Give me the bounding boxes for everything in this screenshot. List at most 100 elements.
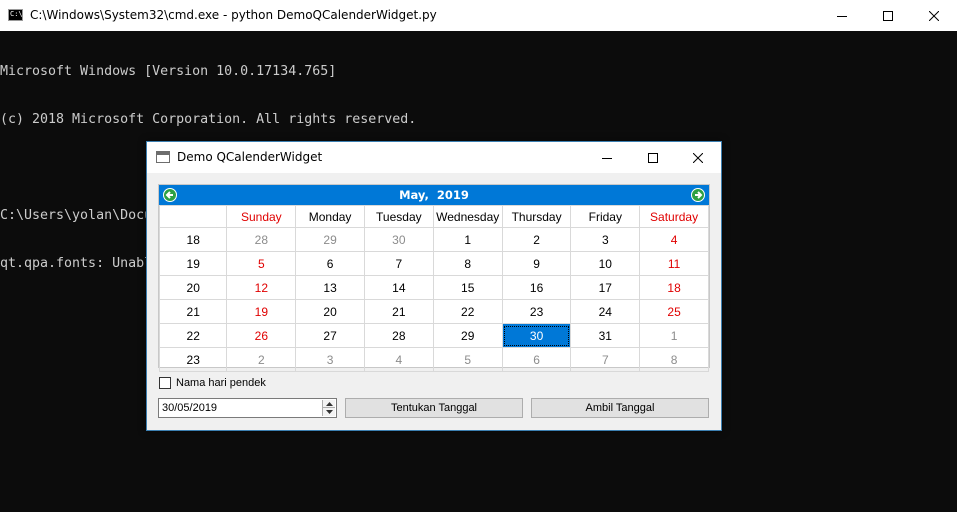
day-cell[interactable]: 11 [639, 251, 709, 276]
day-cell[interactable]: 30 [363, 227, 434, 252]
short-day-names-option[interactable]: Nama hari pendek [159, 376, 266, 390]
day-cell[interactable]: 17 [570, 275, 641, 300]
close-button[interactable] [911, 0, 957, 31]
spin-down-button[interactable] [323, 408, 335, 416]
day-cell[interactable]: 2 [226, 347, 297, 372]
date-value: 30/05/2019 [162, 402, 218, 414]
day-cell[interactable]: 7 [570, 347, 641, 372]
set-date-button[interactable]: Tentukan Tanggal [345, 398, 523, 418]
spin-up-button[interactable] [323, 400, 335, 408]
day-cell[interactable]: 3 [295, 347, 365, 372]
dialog-title: Demo QCalenderWidget [177, 150, 323, 164]
day-header-row: Sunday Monday Tuesday Wednesday Thursday… [158, 205, 709, 228]
day-cell[interactable]: 22 [432, 299, 503, 324]
day-cell[interactable]: 9 [501, 251, 572, 276]
day-cell[interactable]: 5 [226, 251, 297, 276]
date-spinner[interactable] [322, 400, 335, 416]
arrow-right-icon [695, 191, 703, 199]
week-number: 22 [158, 323, 228, 348]
minimize-icon [837, 15, 847, 17]
day-cell[interactable]: 4 [363, 347, 434, 372]
day-cell[interactable]: 24 [570, 299, 641, 324]
day-cell[interactable]: 4 [639, 227, 709, 252]
day-cell[interactable]: 21 [363, 299, 434, 324]
week-row: 22 26 27 28 29 30 31 1 [158, 323, 709, 348]
day-cell[interactable]: 23 [501, 299, 572, 324]
date-edit-field[interactable]: 30/05/2019 [158, 398, 337, 418]
dialog-minimize-button[interactable] [584, 142, 630, 173]
day-cell[interactable]: 13 [295, 275, 365, 300]
maximize-icon [648, 152, 658, 163]
day-cell[interactable]: 20 [295, 299, 365, 324]
day-cell[interactable]: 18 [639, 275, 709, 300]
day-cell[interactable]: 8 [432, 251, 503, 276]
window-icon [156, 151, 170, 163]
day-header: Friday [570, 205, 641, 228]
next-month-button[interactable] [691, 188, 705, 202]
cmd-icon: C:\ [8, 9, 23, 21]
day-cell[interactable]: 1 [639, 323, 709, 348]
year-button[interactable]: 2019 [437, 188, 469, 202]
console-line: Microsoft Windows [Version 10.0.17134.76… [0, 64, 337, 79]
week-number: 23 [158, 347, 228, 372]
month-year-label: May, 2019 [159, 188, 709, 202]
day-cell[interactable]: 16 [501, 275, 572, 300]
dialog-titlebar: Demo QCalenderWidget [147, 142, 721, 173]
get-date-button[interactable]: Ambil Tanggal [531, 398, 709, 418]
close-icon [693, 152, 703, 163]
day-cell[interactable]: 28 [226, 227, 297, 252]
day-cell[interactable]: 27 [295, 323, 365, 348]
minimize-icon [602, 157, 612, 159]
day-cell[interactable]: 14 [363, 275, 434, 300]
day-cell[interactable]: 6 [295, 251, 365, 276]
day-cell[interactable]: 29 [295, 227, 365, 252]
day-header: Sunday [226, 205, 297, 228]
day-header: Thursday [501, 205, 572, 228]
short-day-names-checkbox[interactable] [159, 377, 171, 389]
caret-down-icon [325, 410, 333, 414]
maximize-button[interactable] [865, 0, 911, 31]
day-cell[interactable]: 15 [432, 275, 503, 300]
calendar-grid: Sunday Monday Tuesday Wednesday Thursday… [158, 205, 709, 372]
day-header: Monday [295, 205, 365, 228]
checkbox-label: Nama hari pendek [176, 377, 266, 389]
day-cell[interactable]: 12 [226, 275, 297, 300]
day-cell[interactable]: 1 [432, 227, 503, 252]
day-cell[interactable]: 19 [226, 299, 297, 324]
week-row: 19 5 6 7 8 9 10 11 [158, 251, 709, 276]
selected-day-cell[interactable]: 30 [501, 323, 572, 348]
week-number: 19 [158, 251, 228, 276]
day-cell[interactable]: 25 [639, 299, 709, 324]
day-cell[interactable]: 10 [570, 251, 641, 276]
day-cell[interactable]: 26 [226, 323, 297, 348]
day-cell[interactable]: 3 [570, 227, 641, 252]
close-icon [929, 10, 939, 21]
day-cell[interactable]: 31 [570, 323, 641, 348]
day-cell[interactable]: 2 [501, 227, 572, 252]
console-line: (c) 2018 Microsoft Corporation. All righ… [0, 112, 417, 127]
week-number: 20 [158, 275, 228, 300]
day-cell[interactable]: 8 [639, 347, 709, 372]
dialog-maximize-button[interactable] [630, 142, 676, 173]
calendar-dialog: Demo QCalenderWidget May, 2019 Sunday Mo… [146, 141, 722, 431]
week-number-header [158, 205, 228, 228]
console-titlebar: C:\ C:\Windows\System32\cmd.exe - python… [0, 0, 957, 31]
dialog-close-button[interactable] [675, 142, 721, 173]
day-cell[interactable]: 5 [432, 347, 503, 372]
week-row: 18 28 29 30 1 2 3 4 [158, 227, 709, 252]
week-number: 21 [158, 299, 228, 324]
week-number: 18 [158, 227, 228, 252]
day-cell[interactable]: 7 [363, 251, 434, 276]
minimize-button[interactable] [819, 0, 865, 31]
day-header: Tuesday [363, 205, 434, 228]
month-button[interactable]: May, [399, 188, 429, 202]
calendar-widget[interactable]: May, 2019 Sunday Monday Tuesday Wednesda… [158, 184, 710, 372]
day-cell[interactable]: 29 [432, 323, 503, 348]
calendar-navigation-bar: May, 2019 [159, 185, 709, 205]
maximize-icon [883, 10, 893, 21]
day-cell[interactable]: 28 [363, 323, 434, 348]
day-header: Saturday [639, 205, 709, 228]
week-row: 21 19 20 21 22 23 24 25 [158, 299, 709, 324]
caret-up-icon [325, 401, 333, 406]
day-cell[interactable]: 6 [501, 347, 572, 372]
